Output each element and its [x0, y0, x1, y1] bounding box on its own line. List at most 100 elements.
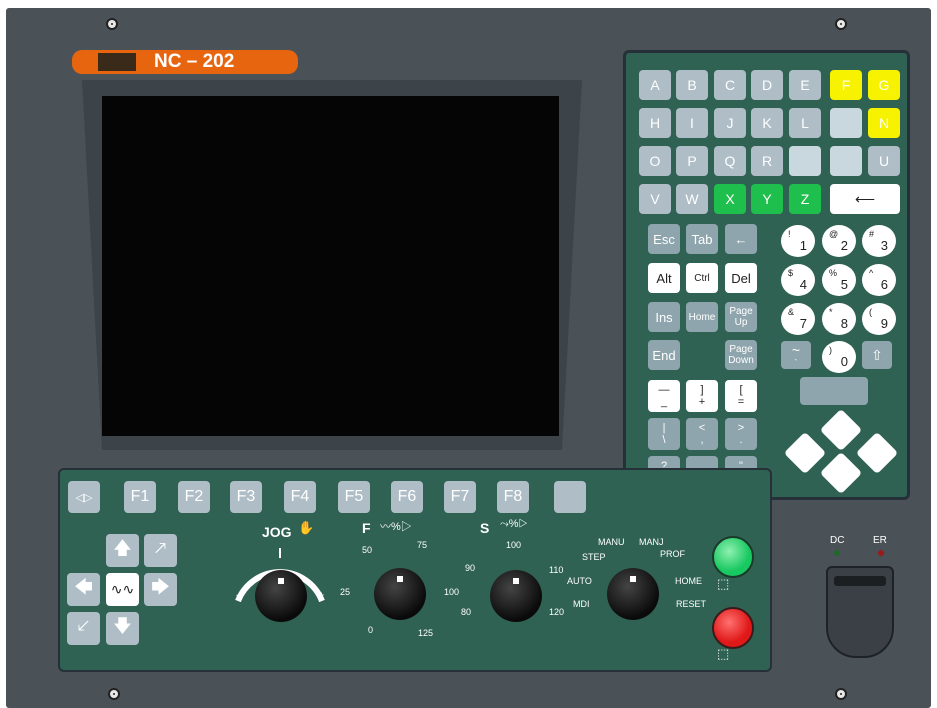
- screw-icon: [835, 688, 847, 700]
- key-blank[interactable]: [830, 146, 862, 176]
- key-num-1[interactable]: @2: [822, 225, 856, 257]
- key-punct-4[interactable]: <,: [686, 418, 718, 450]
- key-end[interactable]: End: [648, 340, 680, 370]
- key-num-0[interactable]: ! 1: [781, 225, 815, 257]
- key-home[interactable]: Home: [686, 302, 718, 332]
- key-num-4[interactable]: % 5: [822, 264, 856, 296]
- function-key-f5[interactable]: F5: [338, 481, 370, 513]
- key-alt[interactable]: Alt: [648, 263, 680, 293]
- key-ins[interactable]: Ins: [648, 302, 680, 332]
- mode-reset: RESET: [676, 599, 707, 609]
- key-shift-label: |: [662, 422, 666, 434]
- key-r[interactable]: R: [751, 146, 783, 176]
- key-punct-0[interactable]: — _: [648, 380, 680, 412]
- key-o[interactable]: O: [639, 146, 671, 176]
- key-label: Page: [729, 344, 753, 355]
- spindle-override-icon: ⤳%▷: [500, 518, 528, 530]
- key-g[interactable]: G: [868, 70, 900, 100]
- page-key[interactable]: [554, 481, 586, 513]
- feed-override-knob[interactable]: [374, 568, 426, 620]
- jog-knob[interactable]: [255, 570, 307, 622]
- key-w[interactable]: W: [676, 184, 708, 214]
- key-blank[interactable]: [830, 108, 862, 138]
- key-v[interactable]: V: [639, 184, 671, 214]
- key-h[interactable]: H: [639, 108, 671, 138]
- key-shift-label: %: [829, 268, 838, 278]
- key-num-5[interactable]: ^ 6: [862, 264, 896, 296]
- key-k[interactable]: K: [751, 108, 783, 138]
- enter-key[interactable]: ⟵: [830, 184, 900, 214]
- key-num-10[interactable]: ) 0: [822, 341, 856, 373]
- key-esc[interactable]: Esc: [648, 224, 680, 254]
- key-c[interactable]: C: [714, 70, 746, 100]
- key-u[interactable]: U: [868, 146, 900, 176]
- key-ctrl[interactable]: Ctrl: [686, 263, 718, 293]
- feed-override-icon: 〰%▷: [380, 521, 412, 533]
- key-a[interactable]: A: [639, 70, 671, 100]
- key-shift-label: &: [788, 307, 795, 317]
- jog-down-button[interactable]: 🡇: [106, 612, 139, 645]
- jog-right-button[interactable]: 🡆: [144, 573, 177, 606]
- jog-left-button[interactable]: 🡄: [67, 573, 100, 606]
- key-shift-label: ⇧: [871, 346, 883, 363]
- function-key-f6[interactable]: F6: [391, 481, 423, 513]
- key-punct-5[interactable]: >.: [725, 418, 757, 450]
- key-main-label: 3: [880, 238, 888, 253]
- jog-down-left-button[interactable]: 🡗: [67, 612, 100, 645]
- key-num-11[interactable]: ⇧: [862, 341, 892, 369]
- function-key-f2[interactable]: F2: [178, 481, 210, 513]
- key-f[interactable]: F: [830, 70, 862, 100]
- key-page-up[interactable]: Page Up: [725, 302, 757, 332]
- key-space[interactable]: [800, 377, 868, 405]
- key-punct-1[interactable]: ] +: [686, 380, 718, 412]
- key-j[interactable]: J: [714, 108, 746, 138]
- function-key-f3[interactable]: F3: [230, 481, 262, 513]
- key-num-8[interactable]: (9: [862, 303, 896, 335]
- spindle-label: S: [480, 520, 490, 536]
- feed-hold-button[interactable]: [712, 607, 754, 649]
- key-b[interactable]: B: [676, 70, 708, 100]
- mode-manj: MANJ: [639, 537, 664, 547]
- key-l[interactable]: L: [789, 108, 821, 138]
- key-num-9[interactable]: ~ `: [781, 341, 811, 369]
- key-z[interactable]: Z: [789, 184, 821, 214]
- key-←[interactable]: ←: [725, 224, 757, 254]
- key-punct-2[interactable]: [=: [725, 380, 757, 412]
- key-y[interactable]: Y: [751, 184, 783, 214]
- screen-switch-key[interactable]: ◁▷: [68, 481, 100, 513]
- jog-up-button[interactable]: 🡅: [106, 534, 139, 567]
- jog-rapid-button[interactable]: ∿∿: [106, 573, 139, 606]
- key-punct-3[interactable]: | \: [648, 418, 680, 450]
- key-tab[interactable]: Tab: [686, 224, 718, 254]
- key-num-3[interactable]: $4: [781, 264, 815, 296]
- key-page-down[interactable]: Page Down: [725, 340, 757, 370]
- spindle-override-knob[interactable]: [490, 570, 542, 622]
- function-key-f4[interactable]: F4: [284, 481, 316, 513]
- key-q[interactable]: Q: [714, 146, 746, 176]
- key-blank[interactable]: [789, 146, 821, 176]
- key-del[interactable]: Del: [725, 263, 757, 293]
- feed-tick: 0: [368, 625, 374, 635]
- mode-selector-knob[interactable]: [607, 568, 659, 620]
- key-x[interactable]: X: [714, 184, 746, 214]
- key-i[interactable]: I: [676, 108, 708, 138]
- feed-tick: 100: [444, 587, 460, 597]
- mode-home: HOME: [675, 576, 702, 586]
- function-key-f8[interactable]: F8: [497, 481, 529, 513]
- feed-tick: 75: [417, 540, 428, 550]
- key-e[interactable]: E: [789, 70, 821, 100]
- key-d[interactable]: D: [751, 70, 783, 100]
- usb-port-cover[interactable]: [826, 566, 894, 658]
- key-num-7[interactable]: * 8: [822, 303, 856, 335]
- cycle-start-button[interactable]: [712, 536, 754, 578]
- key-num-6[interactable]: & 7: [781, 303, 815, 335]
- key-main-label: 0: [840, 354, 848, 369]
- function-key-f1[interactable]: F1: [124, 481, 156, 513]
- key-shift-label: !: [788, 229, 791, 239]
- jog-up-right-button[interactable]: 🡕: [144, 534, 177, 567]
- function-key-f7[interactable]: F7: [444, 481, 476, 513]
- key-n[interactable]: N: [868, 108, 900, 138]
- key-p[interactable]: P: [676, 146, 708, 176]
- key-num-2[interactable]: #3: [862, 225, 896, 257]
- screw-icon: [108, 688, 120, 700]
